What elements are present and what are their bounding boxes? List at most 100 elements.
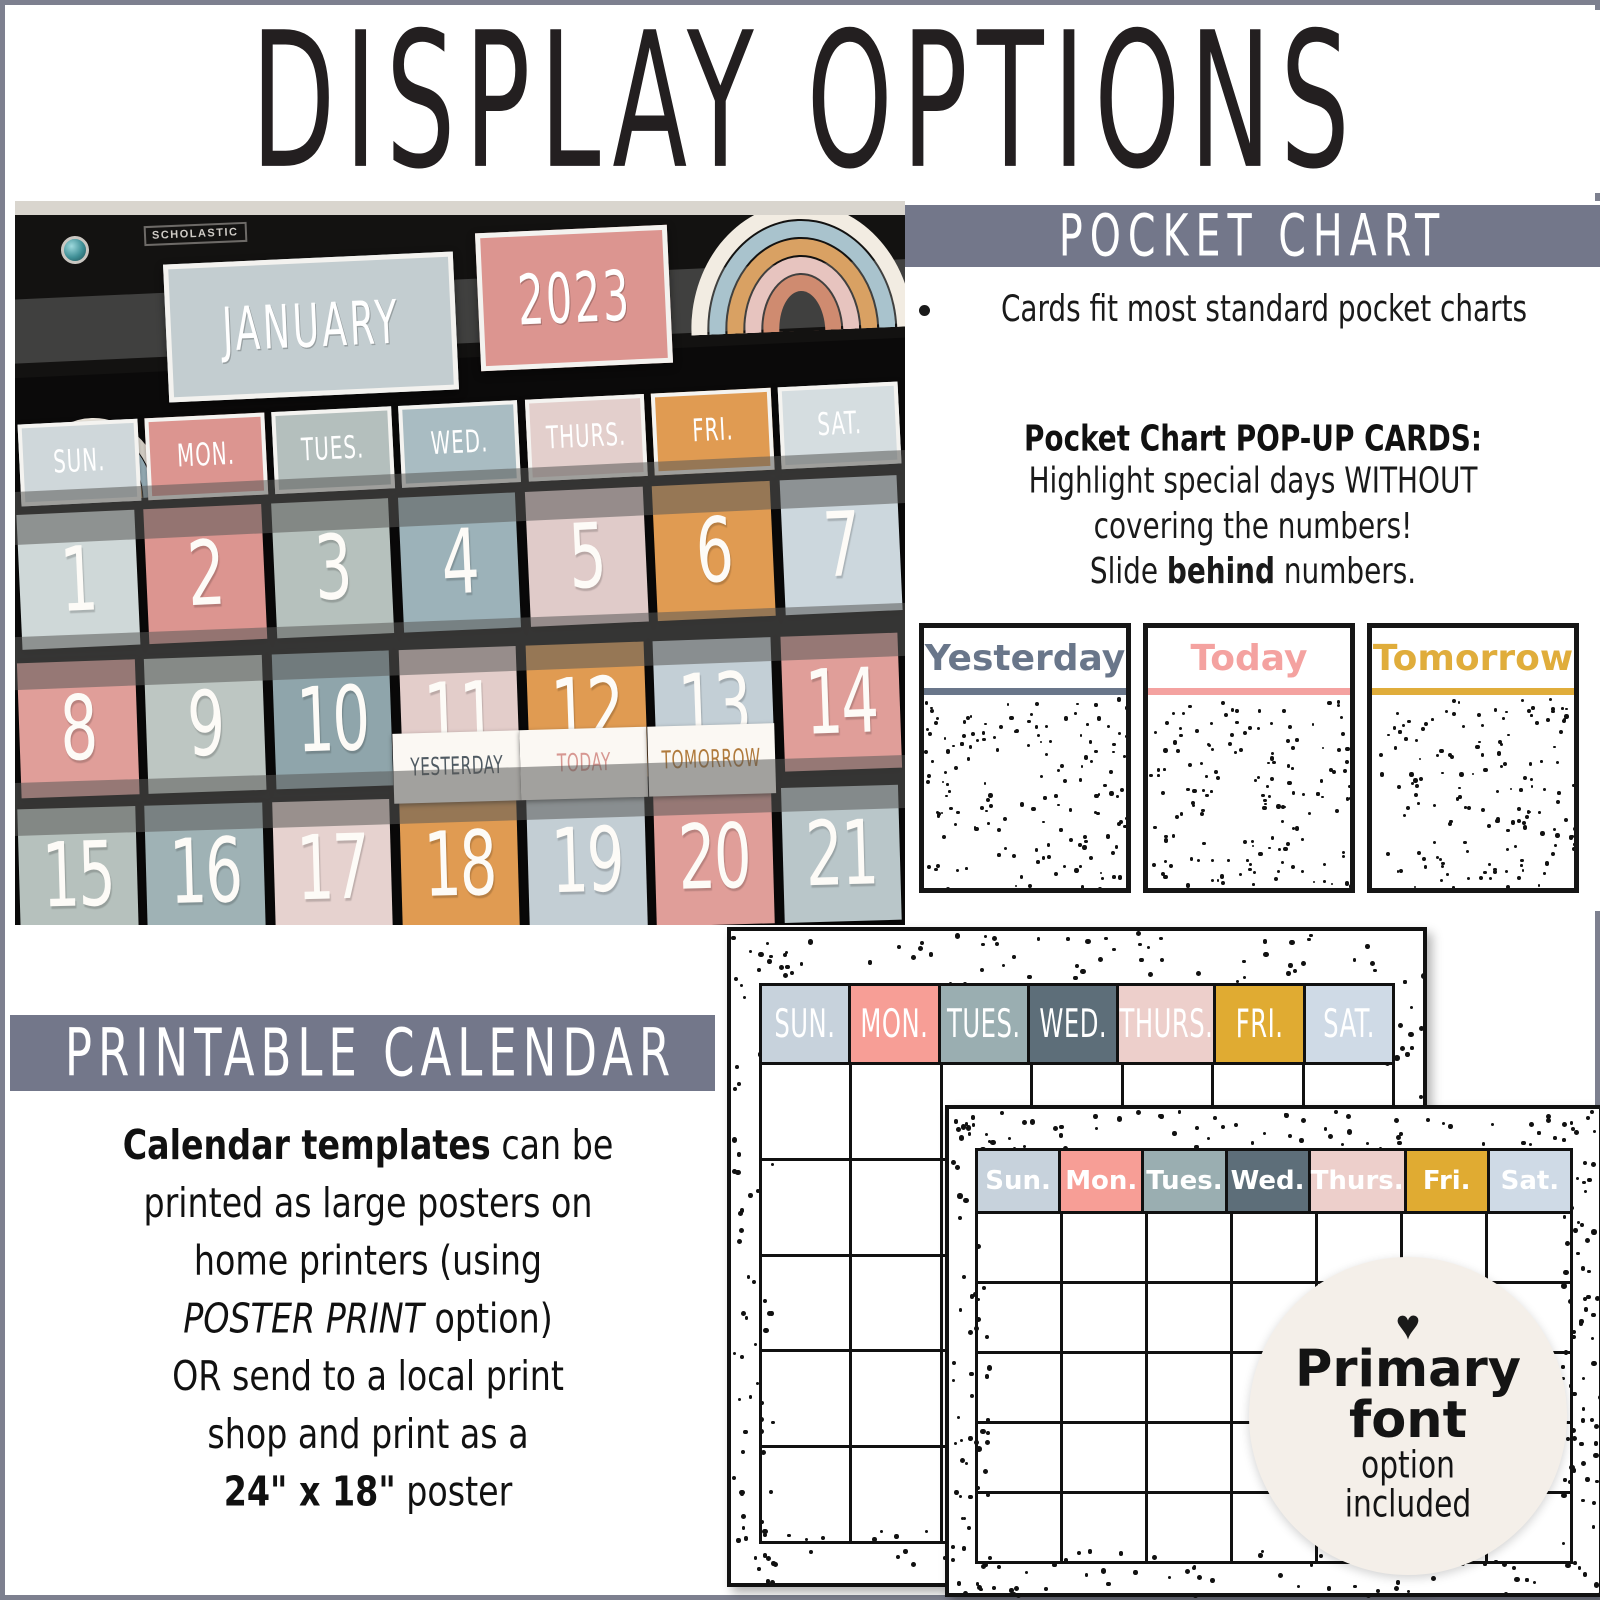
bullet-dot-icon xyxy=(919,305,930,316)
calendar-day-cell[interactable] xyxy=(852,1065,943,1158)
calendar-day-label: Fri. xyxy=(1422,1165,1471,1196)
calendar-day-header-cell-front: Wed. xyxy=(1227,1150,1311,1211)
calendar-day-label: Sun. xyxy=(985,1165,1051,1196)
calendar-day-header-cell-front: Thurs. xyxy=(1310,1150,1407,1211)
calendar-day-label: Mon. xyxy=(1065,1165,1138,1196)
pocket-chart-bullet-text: Cards fit most standard pocket charts xyxy=(1000,288,1528,331)
printable-line7-bold: 24" x 18" xyxy=(223,1468,396,1516)
calendar-day-label: Tues. xyxy=(1146,1165,1223,1196)
calendar-day-header-cell-back: SUN. xyxy=(761,986,852,1063)
photo-number-label: 4 xyxy=(439,510,481,616)
calendar-day-header-cell-back: WED. xyxy=(1030,986,1120,1063)
pocket-chart-bullet: Cards fit most standard pocket charts xyxy=(919,287,1584,331)
calendar-day-label: TUES. xyxy=(947,1001,1021,1047)
calendar-day-header-cell-front: Mon. xyxy=(1061,1150,1145,1211)
popup-line-3-pre: Slide xyxy=(1089,550,1167,593)
popup-card-label: Yesterday xyxy=(924,637,1126,679)
popup-line-1: Highlight special days WITHOUT xyxy=(1028,460,1478,502)
calendar-day-label: MON. xyxy=(860,1001,929,1047)
pocket-chart-heading: POCKET CHART xyxy=(905,202,1600,270)
page-title-text: DISPLAY OPTIONS xyxy=(251,0,1359,211)
calendar-day-cell[interactable] xyxy=(978,1423,1063,1491)
popup-card: Today xyxy=(1143,623,1355,893)
printable-line4-italic: POSTER PRINT xyxy=(183,1294,424,1343)
calendar-day-cell[interactable] xyxy=(1148,1283,1233,1351)
year-card: 2023 xyxy=(474,224,674,372)
year-label: 2023 xyxy=(515,255,633,342)
pocket-chart-photo: SCHOLASTIC JANUARY 2023 SUN. MON. TUES. WED… xyxy=(15,201,905,925)
calendar-day-cell[interactable] xyxy=(1233,1213,1318,1281)
photo-number-label: 19 xyxy=(549,808,625,915)
popup-card-label: Tomorrow xyxy=(1372,637,1574,679)
photo-number-label: 18 xyxy=(422,811,498,918)
heart-icon: ♥ xyxy=(1395,1301,1421,1349)
photo-number-label: 21 xyxy=(804,801,879,907)
calendar-day-cell[interactable] xyxy=(1063,1283,1148,1351)
calendar-day-cell[interactable] xyxy=(1148,1213,1233,1281)
popup-cards-description: Highlight special days WITHOUT covering … xyxy=(913,459,1593,595)
badge-line-1: Primary xyxy=(1295,1339,1521,1399)
calendar-day-header-back: SUN. MON. TUES. WED. THURS. FRI. SAT. xyxy=(761,986,1393,1063)
calendar-day-cell[interactable] xyxy=(978,1213,1063,1281)
rainbow-icon-right xyxy=(685,215,905,336)
calendar-day-cell[interactable] xyxy=(1063,1353,1148,1421)
calendar-day-cell[interactable] xyxy=(978,1493,1063,1561)
primary-font-badge: ♥ Primary font option included xyxy=(1249,1257,1567,1575)
photo-day-label: SUN. xyxy=(52,443,107,482)
calendar-day-header-cell-back: THURS. xyxy=(1119,986,1217,1063)
calendar-day-cell[interactable] xyxy=(762,1352,853,1446)
calendar-day-header-cell-back: SAT. xyxy=(1305,986,1393,1063)
calendar-day-cell[interactable] xyxy=(762,1160,853,1254)
photo-number-label: 10 xyxy=(295,666,371,774)
popup-line-3-bold: behind xyxy=(1166,550,1275,593)
calendar-day-label: Sat. xyxy=(1500,1165,1560,1196)
photo-day-label: TUES. xyxy=(300,430,366,470)
calendar-day-cell[interactable] xyxy=(852,1256,943,1350)
calendar-day-cell[interactable] xyxy=(1148,1423,1233,1491)
calendar-day-cell[interactable] xyxy=(852,1160,943,1254)
photo-number-label: 20 xyxy=(677,804,752,911)
calendar-day-label: FRI. xyxy=(1235,1001,1284,1047)
calendar-day-cell[interactable] xyxy=(1148,1353,1233,1421)
calendar-day-header-cell-back: FRI. xyxy=(1216,986,1306,1063)
photo-day-label: FRI. xyxy=(691,412,735,451)
calendar-day-header-cell-front: Sun. xyxy=(978,1150,1062,1211)
printable-line1-bold: Calendar templates xyxy=(122,1121,491,1169)
photo-number-label: 16 xyxy=(168,818,243,925)
calendar-week-row xyxy=(978,1213,1570,1284)
calendar-day-header-cell-front: Tues. xyxy=(1144,1150,1228,1211)
popup-cards-title: Pocket Chart POP-UP CARDS: xyxy=(1023,418,1483,460)
popup-line-2: covering the numbers! xyxy=(1093,505,1413,548)
photo-day-label: WED. xyxy=(430,424,490,464)
photo-number-label: 5 xyxy=(566,504,608,610)
calendar-day-cell[interactable] xyxy=(852,1352,943,1446)
calendar-day-header-cell-front: Sat. xyxy=(1489,1150,1570,1211)
calendar-day-label: Wed. xyxy=(1230,1165,1305,1196)
printable-line2: printed as large posters on xyxy=(143,1179,593,1227)
photo-number-label: 9 xyxy=(185,671,226,777)
calendar-day-cell[interactable] xyxy=(978,1353,1063,1421)
calendar-day-label: SAT. xyxy=(1323,1001,1375,1047)
calendar-day-cell[interactable] xyxy=(1063,1423,1148,1491)
popup-card-rule xyxy=(924,688,1126,695)
badge-line-2: font xyxy=(1349,1390,1467,1450)
photo-number-label: 1 xyxy=(58,527,99,633)
popup-card-speckle-area xyxy=(1148,695,1350,888)
printable-line7-rest: poster xyxy=(395,1468,513,1516)
photo-number-label: 7 xyxy=(821,492,862,599)
calendar-day-cell[interactable] xyxy=(762,1065,853,1158)
popup-card-speckle-area xyxy=(924,695,1126,888)
calendar-day-cell[interactable] xyxy=(762,1448,853,1541)
calendar-day-cell[interactable] xyxy=(1063,1213,1148,1281)
month-card: JANUARY xyxy=(163,251,460,402)
calendar-day-label: THURS. xyxy=(1119,1001,1214,1047)
calendar-day-cell[interactable] xyxy=(762,1256,853,1350)
calendar-day-cell[interactable] xyxy=(1148,1493,1233,1561)
printable-line1-rest: can be xyxy=(490,1121,614,1169)
calendar-day-cell[interactable] xyxy=(1488,1214,1570,1281)
popup-card: Tomorrow xyxy=(1367,623,1579,893)
calendar-day-cell[interactable] xyxy=(1063,1493,1148,1561)
popup-card-speckle-area xyxy=(1372,695,1574,888)
calendar-day-cell[interactable] xyxy=(978,1283,1063,1351)
calendar-day-cell[interactable] xyxy=(852,1448,943,1541)
